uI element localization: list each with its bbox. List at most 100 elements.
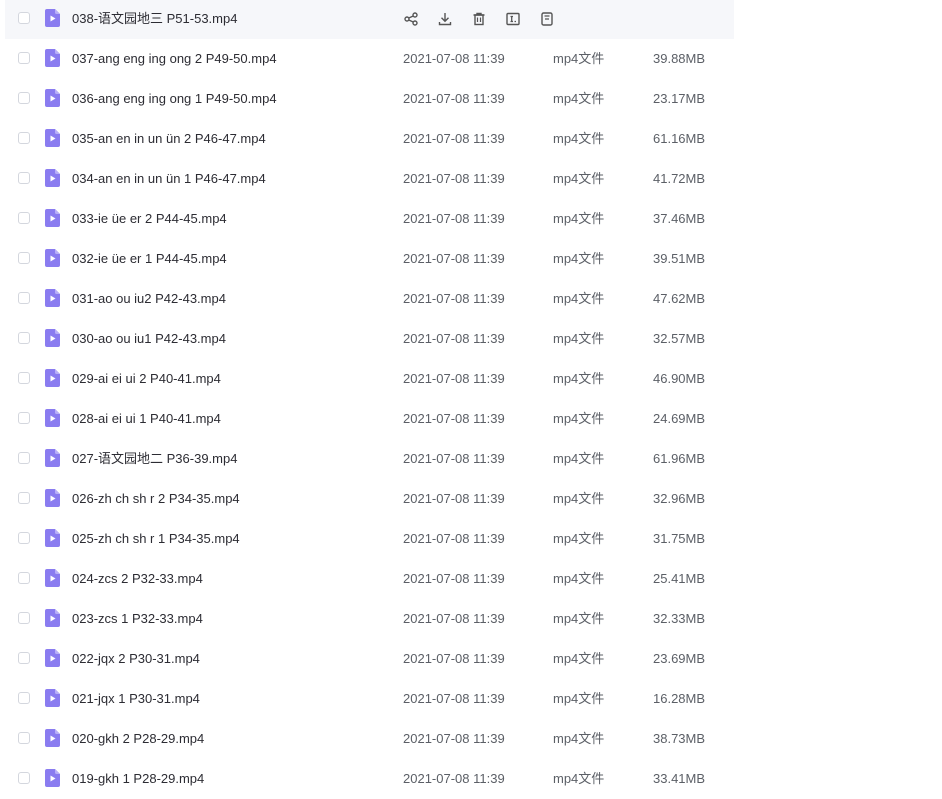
row-checkbox[interactable] bbox=[18, 532, 30, 544]
rename-icon[interactable] bbox=[503, 9, 523, 29]
row-checkbox[interactable] bbox=[18, 612, 30, 624]
file-row[interactable]: 028-ai ei ui 1 P40-41.mp4 2021-07-08 11:3… bbox=[5, 399, 734, 439]
video-file-icon bbox=[45, 369, 60, 387]
file-name[interactable]: 031-ao ou iu2 P42-43.mp4 bbox=[72, 279, 226, 319]
file-type: mp4文件 bbox=[553, 411, 605, 426]
file-name[interactable]: 019-gkh 1 P28-29.mp4 bbox=[72, 759, 204, 799]
file-row[interactable]: 031-ao ou iu2 P42-43.mp4 2021-07-08 11:39… bbox=[5, 279, 734, 319]
more-icon[interactable] bbox=[537, 9, 557, 29]
file-date: 2021-07-08 11:39 bbox=[403, 731, 505, 746]
file-type: mp4文件 bbox=[553, 51, 605, 66]
file-row[interactable]: 035-an en in un ün 2 P46-47.mp4 2021-07-0… bbox=[5, 119, 734, 159]
file-date: 2021-07-08 11:39 bbox=[403, 91, 505, 106]
file-name[interactable]: 023-zcs 1 P32-33.mp4 bbox=[72, 599, 203, 639]
file-name[interactable]: 029-ai ei ui 2 P40-41.mp4 bbox=[72, 359, 221, 399]
row-checkbox[interactable] bbox=[18, 732, 30, 744]
file-name[interactable]: 027-语文园地二 P36-39.mp4 bbox=[72, 439, 237, 479]
file-row[interactable]: 027-语文园地二 P36-39.mp4 2021-07-08 11:39 mp4文… bbox=[5, 439, 734, 479]
file-name[interactable]: 026-zh ch sh r 2 P34-35.mp4 bbox=[72, 479, 240, 519]
file-row[interactable]: 033-ie üe er 2 P44-45.mp4 2021-07-08 11:3… bbox=[5, 199, 734, 239]
file-size: 24.69MB bbox=[653, 411, 706, 426]
file-list: 038-语文园地三 P51-53.mp4 037-ang eng ing ong … bbox=[0, 0, 942, 792]
file-name[interactable]: 025-zh ch sh r 1 P34-35.mp4 bbox=[72, 519, 240, 559]
file-name[interactable]: 038-语文园地三 P51-53.mp4 bbox=[72, 0, 237, 39]
file-size: 25.41MB bbox=[653, 571, 706, 586]
row-checkbox[interactable] bbox=[18, 172, 30, 184]
file-name[interactable]: 036-ang eng ing ong 1 P49-50.mp4 bbox=[72, 79, 277, 119]
file-row[interactable]: 022-jqx 2 P30-31.mp4 2021-07-08 11:39 mp4文… bbox=[5, 639, 734, 679]
row-checkbox[interactable] bbox=[18, 12, 30, 24]
file-row[interactable]: 032-ie üe er 1 P44-45.mp4 2021-07-08 11:3… bbox=[5, 239, 734, 279]
file-name[interactable]: 020-gkh 2 P28-29.mp4 bbox=[72, 719, 204, 759]
row-checkbox[interactable] bbox=[18, 452, 30, 464]
video-file-icon bbox=[45, 489, 60, 507]
row-checkbox[interactable] bbox=[18, 492, 30, 504]
video-file-icon bbox=[45, 89, 60, 107]
delete-icon[interactable] bbox=[469, 9, 489, 29]
file-name[interactable]: 022-jqx 2 P30-31.mp4 bbox=[72, 639, 200, 679]
file-name[interactable]: 033-ie üe er 2 P44-45.mp4 bbox=[72, 199, 227, 239]
file-size: 61.96MB bbox=[653, 451, 706, 466]
file-name[interactable]: 032-ie üe er 1 P44-45.mp4 bbox=[72, 239, 227, 279]
file-type: mp4文件 bbox=[553, 731, 605, 746]
file-type: mp4文件 bbox=[553, 771, 605, 786]
row-checkbox[interactable] bbox=[18, 92, 30, 104]
row-checkbox[interactable] bbox=[18, 132, 30, 144]
file-type: mp4文件 bbox=[553, 691, 605, 706]
file-date: 2021-07-08 11:39 bbox=[403, 691, 505, 706]
row-checkbox[interactable] bbox=[18, 772, 30, 784]
file-size: 16.28MB bbox=[653, 691, 706, 706]
row-checkbox[interactable] bbox=[18, 252, 30, 264]
file-name[interactable]: 024-zcs 2 P32-33.mp4 bbox=[72, 559, 203, 599]
file-name[interactable]: 021-jqx 1 P30-31.mp4 bbox=[72, 679, 200, 719]
share-icon[interactable] bbox=[401, 9, 421, 29]
row-checkbox[interactable] bbox=[18, 412, 30, 424]
video-file-icon bbox=[45, 609, 60, 627]
file-row[interactable]: 020-gkh 2 P28-29.mp4 2021-07-08 11:39 mp4文… bbox=[5, 719, 734, 759]
video-file-icon bbox=[45, 689, 60, 707]
file-row[interactable]: 024-zcs 2 P32-33.mp4 2021-07-08 11:39 mp4文… bbox=[5, 559, 734, 599]
file-row[interactable]: 037-ang eng ing ong 2 P49-50.mp4 2021-07-… bbox=[5, 39, 734, 79]
file-name[interactable]: 028-ai ei ui 1 P40-41.mp4 bbox=[72, 399, 221, 439]
row-checkbox[interactable] bbox=[18, 212, 30, 224]
file-row[interactable]: 021-jqx 1 P30-31.mp4 2021-07-08 11:39 mp4文… bbox=[5, 679, 734, 719]
file-date: 2021-07-08 11:39 bbox=[403, 411, 505, 426]
file-size: 32.57MB bbox=[653, 331, 706, 346]
file-size: 47.62MB bbox=[653, 291, 706, 306]
file-date: 2021-07-08 11:39 bbox=[403, 571, 505, 586]
file-size: 23.17MB bbox=[653, 91, 706, 106]
row-checkbox[interactable] bbox=[18, 52, 30, 64]
file-date: 2021-07-08 11:39 bbox=[403, 371, 505, 386]
file-row[interactable]: 029-ai ei ui 2 P40-41.mp4 2021-07-08 11:3… bbox=[5, 359, 734, 399]
download-icon[interactable] bbox=[435, 9, 455, 29]
file-type: mp4文件 bbox=[553, 451, 605, 466]
video-file-icon bbox=[45, 169, 60, 187]
file-name[interactable]: 030-ao ou iu1 P42-43.mp4 bbox=[72, 319, 226, 359]
row-checkbox[interactable] bbox=[18, 372, 30, 384]
row-checkbox[interactable] bbox=[18, 692, 30, 704]
file-name[interactable]: 035-an en in un ün 2 P46-47.mp4 bbox=[72, 119, 266, 159]
file-date: 2021-07-08 11:39 bbox=[403, 651, 505, 666]
file-row[interactable]: 034-an en in un ün 1 P46-47.mp4 2021-07-0… bbox=[5, 159, 734, 199]
file-row[interactable]: 038-语文园地三 P51-53.mp4 bbox=[5, 0, 734, 39]
file-name[interactable]: 037-ang eng ing ong 2 P49-50.mp4 bbox=[72, 39, 277, 79]
file-date: 2021-07-08 11:39 bbox=[403, 771, 505, 786]
video-file-icon bbox=[45, 649, 60, 667]
row-checkbox[interactable] bbox=[18, 292, 30, 304]
row-checkbox[interactable] bbox=[18, 652, 30, 664]
row-checkbox[interactable] bbox=[18, 572, 30, 584]
file-date: 2021-07-08 11:39 bbox=[403, 251, 505, 266]
file-row[interactable]: 019-gkh 1 P28-29.mp4 2021-07-08 11:39 mp4文… bbox=[5, 759, 734, 799]
file-size: 32.96MB bbox=[653, 491, 706, 506]
file-date: 2021-07-08 11:39 bbox=[403, 131, 505, 146]
file-row[interactable]: 030-ao ou iu1 P42-43.mp4 2021-07-08 11:39… bbox=[5, 319, 734, 359]
file-size: 23.69MB bbox=[653, 651, 706, 666]
video-file-icon bbox=[45, 129, 60, 147]
file-row[interactable]: 026-zh ch sh r 2 P34-35.mp4 2021-07-08 11… bbox=[5, 479, 734, 519]
file-name[interactable]: 034-an en in un ün 1 P46-47.mp4 bbox=[72, 159, 266, 199]
file-date: 2021-07-08 11:39 bbox=[403, 51, 505, 66]
file-row[interactable]: 023-zcs 1 P32-33.mp4 2021-07-08 11:39 mp4文… bbox=[5, 599, 734, 639]
row-checkbox[interactable] bbox=[18, 332, 30, 344]
file-row[interactable]: 025-zh ch sh r 1 P34-35.mp4 2021-07-08 11… bbox=[5, 519, 734, 559]
file-row[interactable]: 036-ang eng ing ong 1 P49-50.mp4 2021-07-… bbox=[5, 79, 734, 119]
